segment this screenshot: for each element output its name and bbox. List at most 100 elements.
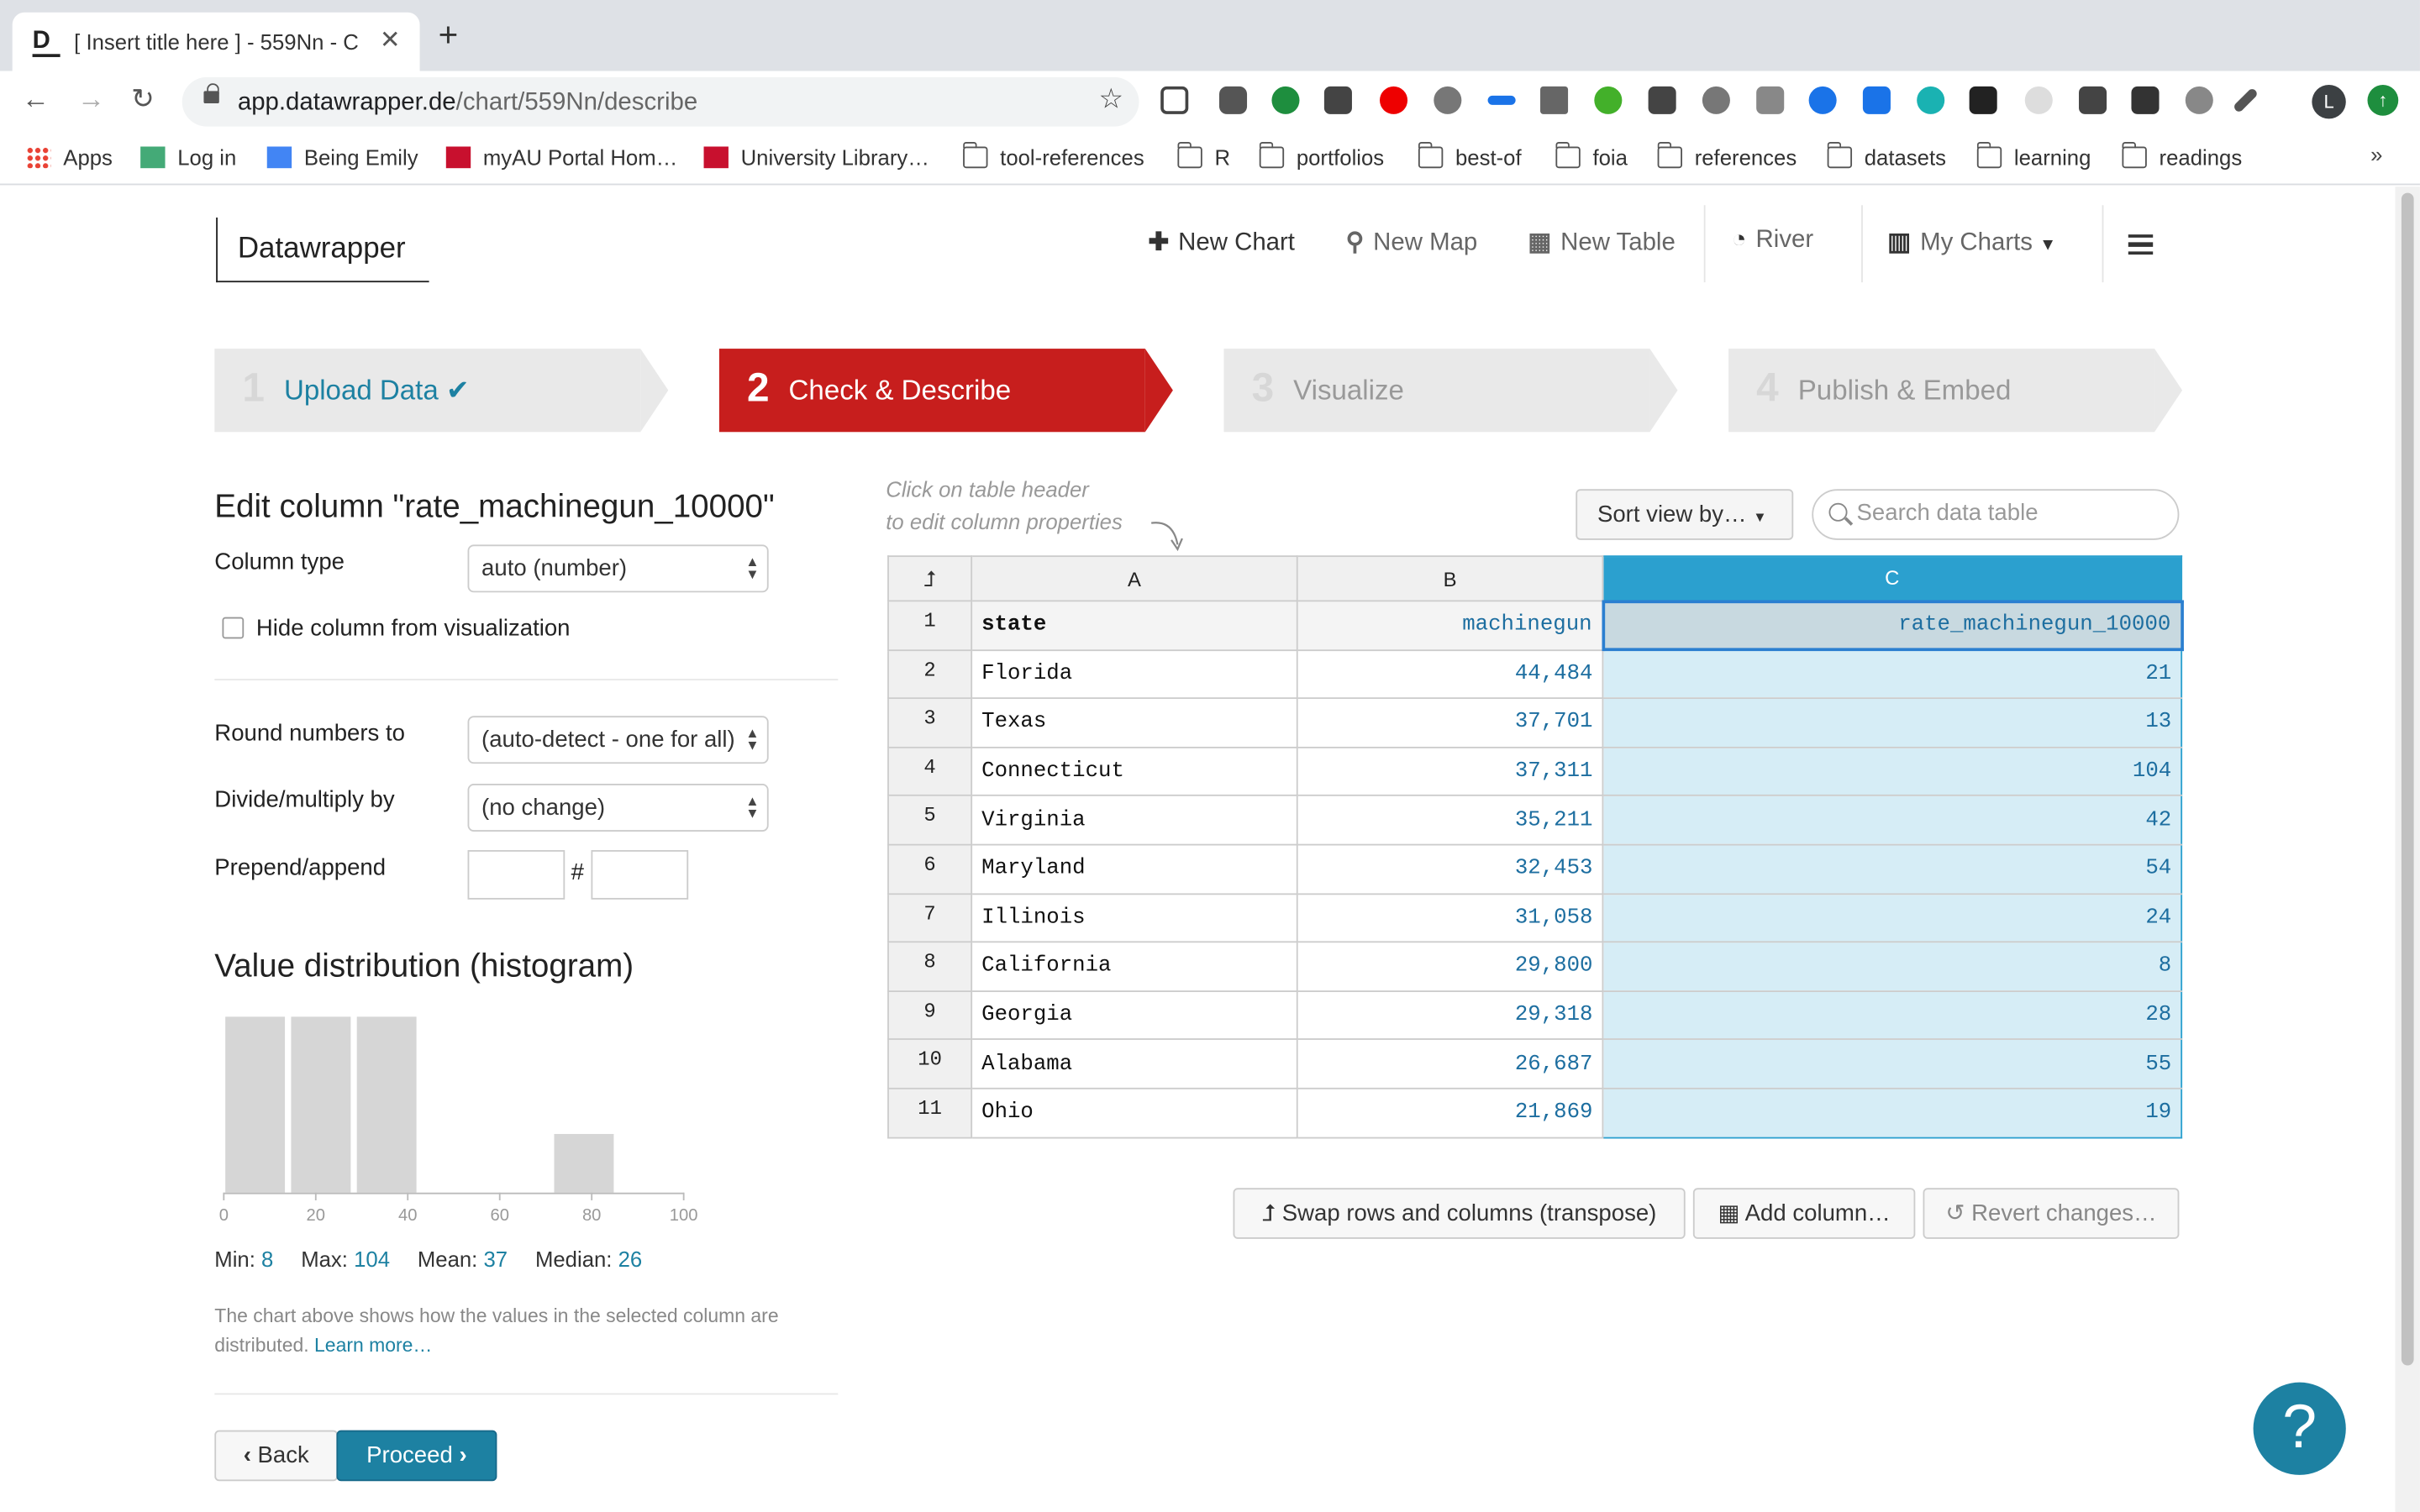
bookmark-readings[interactable]: readings bbox=[2121, 141, 2242, 173]
add-column-button[interactable]: ▦ Add column… bbox=[1692, 1188, 1916, 1239]
row-number[interactable]: 10 bbox=[887, 1038, 973, 1089]
cell-rate[interactable]: 19 bbox=[1602, 1087, 2183, 1138]
cell-machinegun[interactable]: 44,484 bbox=[1296, 648, 1604, 700]
cell-rate[interactable]: 21 bbox=[1602, 648, 2183, 700]
help-button[interactable]: ? bbox=[2253, 1382, 2346, 1475]
bookmark-datasets[interactable]: datasets bbox=[1826, 141, 1946, 173]
hamburger-menu-icon[interactable] bbox=[2128, 234, 2154, 255]
cell-rate[interactable]: 8 bbox=[1602, 941, 2183, 992]
cell-state[interactable]: Virginia bbox=[971, 795, 1298, 846]
bookmark-foia[interactable]: foia bbox=[1555, 141, 1628, 173]
pocket-extension-icon[interactable] bbox=[1218, 86, 1248, 114]
cell-rate[interactable]: 24 bbox=[1602, 892, 2183, 943]
rocket-extension-icon[interactable] bbox=[2079, 86, 2107, 114]
bookmark-best-of[interactable]: best-of bbox=[1418, 141, 1522, 173]
camera-extension-icon[interactable] bbox=[1756, 86, 1785, 114]
satellite-extension-icon[interactable] bbox=[1702, 86, 1730, 114]
transpose-corner[interactable]: ⮥ bbox=[887, 555, 973, 602]
cell-state[interactable]: state bbox=[971, 600, 1298, 651]
cell-state[interactable]: Connecticut bbox=[971, 746, 1298, 797]
learn-more-link[interactable]: Learn more… bbox=[314, 1335, 432, 1357]
cell-state[interactable]: California bbox=[971, 941, 1298, 992]
react-extension-icon[interactable] bbox=[1917, 86, 1945, 114]
cell-machinegun[interactable]: 21,869 bbox=[1296, 1087, 1604, 1138]
cup-extension-icon[interactable] bbox=[1323, 86, 1352, 114]
arrows-extension-icon[interactable] bbox=[1487, 95, 1516, 105]
adblock-extension-icon[interactable] bbox=[1380, 86, 1408, 114]
tab-close-icon[interactable]: ✕ bbox=[380, 24, 401, 55]
column-type-select[interactable]: auto (number) ▲ ▼ bbox=[467, 544, 769, 593]
scrollbar-thumb[interactable] bbox=[2401, 192, 2414, 1366]
divide-multiply-select[interactable]: (no change) ▲ ▼ bbox=[467, 784, 769, 832]
cell-state[interactable]: Maryland bbox=[971, 843, 1298, 895]
sort-view-button[interactable]: Sort view by… ▼ bbox=[1576, 489, 1794, 540]
cell-machinegun[interactable]: 26,687 bbox=[1296, 1038, 1604, 1089]
v-extension-icon[interactable] bbox=[1862, 86, 1891, 114]
back-arrow-icon[interactable]: ← bbox=[22, 83, 50, 116]
search-data-table[interactable] bbox=[1812, 489, 2180, 540]
cell-state[interactable]: Georgia bbox=[971, 990, 1298, 1041]
new-map-link[interactable]: ⚲ New Map bbox=[1346, 227, 1478, 258]
check-extension-icon[interactable] bbox=[1648, 86, 1676, 114]
bookmark-portfolios[interactable]: portfolios bbox=[1258, 141, 1384, 173]
row-number[interactable]: 7 bbox=[887, 892, 973, 943]
step-check-describe[interactable]: 2 Check & Describe bbox=[718, 349, 1173, 433]
bookmark-tool-references[interactable]: tool-references bbox=[962, 141, 1144, 173]
cell-rate[interactable]: rate_machinegun_10000 bbox=[1601, 599, 2184, 652]
column-header-a[interactable]: A bbox=[971, 555, 1298, 602]
bookmark-university-library[interactable]: University Library… bbox=[703, 142, 929, 173]
profile-avatar[interactable]: L bbox=[2312, 85, 2346, 119]
new-tab-icon[interactable]: + bbox=[439, 18, 459, 52]
cell-machinegun[interactable]: 31,058 bbox=[1296, 892, 1604, 943]
bookmark-myau[interactable]: myAU Portal Hom… bbox=[445, 142, 677, 173]
row-number[interactable]: 3 bbox=[887, 697, 973, 748]
cell-rate[interactable]: 55 bbox=[1602, 1038, 2183, 1089]
screenshot-extension-icon[interactable] bbox=[1160, 86, 1189, 114]
green-extension-icon[interactable] bbox=[1271, 86, 1300, 114]
row-number[interactable]: 6 bbox=[887, 843, 973, 895]
round-numbers-select[interactable]: (auto-detect - one for all) ▲ ▼ bbox=[467, 716, 769, 764]
cell-rate[interactable]: 28 bbox=[1602, 990, 2183, 1041]
atom-extension-icon[interactable] bbox=[1969, 86, 1997, 114]
prepend-input[interactable] bbox=[467, 850, 566, 900]
eyedropper-extension-icon[interactable] bbox=[2232, 87, 2259, 113]
row-number[interactable]: 8 bbox=[887, 941, 973, 992]
page-scrollbar[interactable] bbox=[2395, 186, 2420, 1512]
search-input[interactable] bbox=[1856, 500, 2165, 527]
river-link[interactable]: ◔ River bbox=[1732, 227, 1813, 255]
row-number[interactable]: 5 bbox=[887, 795, 973, 846]
row-number[interactable]: 2 bbox=[887, 648, 973, 700]
row-number[interactable]: 1 bbox=[887, 600, 973, 651]
cell-machinegun[interactable]: 37,701 bbox=[1296, 697, 1604, 748]
hide-column-checkbox[interactable] bbox=[222, 617, 245, 639]
step-publish-embed[interactable]: 4 Publish & Embed bbox=[1728, 349, 2183, 433]
browser-tab[interactable]: D [ Insert title here ] - 559Nn - C ✕ bbox=[12, 12, 420, 71]
new-table-link[interactable]: ▦ New Table bbox=[1528, 227, 1675, 258]
forward-arrow-icon[interactable]: → bbox=[77, 83, 105, 116]
cell-rate[interactable]: 13 bbox=[1602, 697, 2183, 748]
bookmark-log-in[interactable]: Log in bbox=[140, 142, 236, 173]
step-upload-data[interactable]: 1 Upload Data ✔ bbox=[214, 349, 669, 433]
proceed-button[interactable]: Proceed › bbox=[336, 1430, 497, 1482]
cell-rate[interactable]: 42 bbox=[1602, 795, 2183, 846]
step-visualize[interactable]: 3 Visualize bbox=[1223, 349, 1678, 433]
cell-machinegun[interactable]: 32,453 bbox=[1296, 843, 1604, 895]
bookmark-star-icon[interactable]: ☆ bbox=[1098, 83, 1123, 116]
cell-state[interactable]: Alabama bbox=[971, 1038, 1298, 1089]
compass-extension-icon[interactable] bbox=[1808, 86, 1837, 114]
row-number[interactable]: 4 bbox=[887, 746, 973, 797]
cell-state[interactable]: Florida bbox=[971, 648, 1298, 700]
cell-machinegun[interactable]: 29,318 bbox=[1296, 990, 1604, 1041]
cell-machinegun[interactable]: 37,311 bbox=[1296, 746, 1604, 797]
cell-machinegun[interactable]: 29,800 bbox=[1296, 941, 1604, 992]
address-bar[interactable]: app.datawrapper.de/chart/559Nn/describe … bbox=[182, 76, 1139, 127]
reload-icon[interactable]: ↻ bbox=[131, 83, 155, 116]
robot-extension-icon[interactable] bbox=[2185, 86, 2213, 114]
column-header-b[interactable]: B bbox=[1296, 555, 1604, 602]
cell-machinegun[interactable]: machinegun bbox=[1296, 600, 1604, 651]
cell-machinegun[interactable]: 35,211 bbox=[1296, 795, 1604, 846]
plus-extension-icon[interactable] bbox=[1594, 86, 1623, 114]
column-header-c[interactable]: C bbox=[1602, 555, 2183, 602]
cell-rate[interactable]: 54 bbox=[1602, 843, 2183, 895]
transpose-button[interactable]: ⮥ Swap rows and columns (transpose) bbox=[1233, 1188, 1686, 1239]
